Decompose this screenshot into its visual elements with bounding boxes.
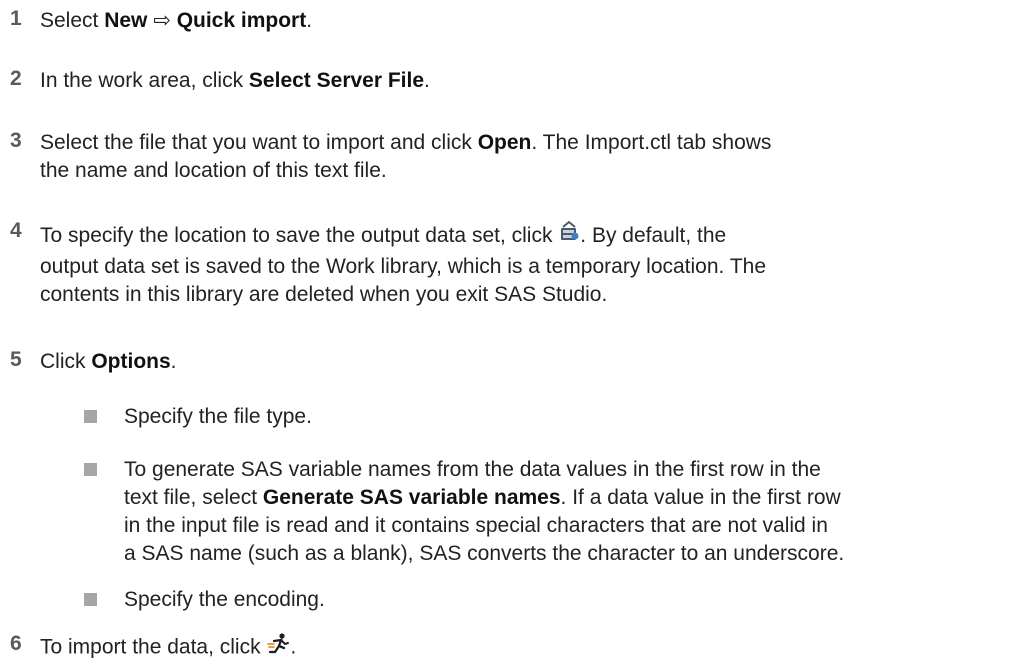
step-number: 5 [10,348,22,371]
bullet-icon [84,463,97,476]
step-text: Select New ⇨ Quick import. [40,9,313,32]
step-number: 4 [10,219,22,242]
menu-new: New [104,9,148,32]
step-number: 3 [10,129,22,152]
generate-sas-variable-names-label: Generate SAS variable names [262,486,561,509]
step-number: 1 [10,7,22,30]
open-label: Open [477,131,532,154]
menu-quick-import: Quick import [176,9,307,32]
step-number: 2 [10,67,22,90]
bullet-icon [84,410,97,423]
step-number: 6 [10,632,22,655]
run-icon [266,632,290,664]
menu-arrow-icon: ⇨ [153,9,171,32]
save-location-icon [558,219,580,253]
step-text: In the work area, click Select Server Fi… [40,69,430,92]
step-text: Click Options. [40,350,177,373]
instruction-document: 1 Select New ⇨ Quick import. 2 In the wo… [0,0,1016,665]
step-text: To specify the location to save the outp… [40,219,766,309]
options-label: Options [91,350,171,373]
bullet-icon [84,593,97,606]
select-server-file-label: Select Server File [248,69,425,92]
step-text: Select the file that you want to import … [40,131,772,182]
step-text: To import the data, click . [40,632,296,664]
